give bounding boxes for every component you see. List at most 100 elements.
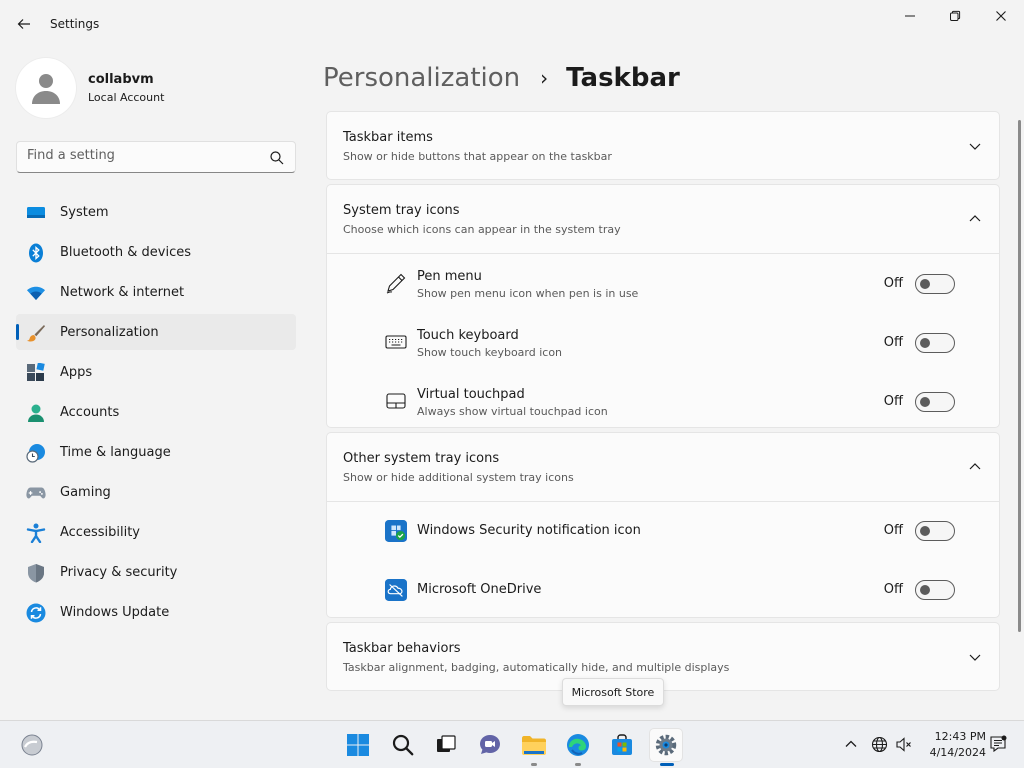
- windows-security-toggle[interactable]: [915, 521, 955, 541]
- scrollbar[interactable]: [1018, 120, 1021, 632]
- pen-menu-toggle[interactable]: [915, 274, 955, 294]
- notification-icon[interactable]: [989, 735, 1007, 753]
- task-view-button[interactable]: [430, 729, 462, 761]
- file-explorer-button[interactable]: [518, 729, 550, 766]
- active-indicator: [660, 763, 674, 766]
- arrow-left-icon: [17, 19, 30, 29]
- sidebar-item-system[interactable]: System: [16, 194, 296, 230]
- sidebar-item-label: Accounts: [60, 405, 120, 420]
- card-title: Taskbar items: [343, 130, 433, 145]
- row-title: Virtual touchpad: [417, 387, 525, 402]
- restore-button[interactable]: [932, 4, 978, 28]
- taskbar-tooltip: Microsoft Store: [562, 678, 664, 706]
- system-tray-icons-header[interactable]: System tray icons Choose which icons can…: [327, 185, 999, 253]
- sidebar-item-label: Windows Update: [60, 605, 170, 620]
- sidebar-item-label: Gaming: [60, 485, 111, 500]
- settings-taskbar-button[interactable]: [650, 729, 682, 766]
- sidebar-item-label: Time & language: [60, 445, 171, 460]
- sidebar-item-network[interactable]: Network & internet: [16, 274, 296, 310]
- running-indicator: [531, 763, 537, 766]
- card-subtitle: Show or hide additional system tray icon…: [343, 471, 574, 484]
- search-icon: [270, 151, 284, 165]
- edge-button[interactable]: [562, 729, 594, 766]
- monitor-icon: [26, 203, 46, 223]
- start-button[interactable]: [342, 729, 374, 761]
- other-system-tray-icons-header[interactable]: Other system tray icons Show or hide add…: [327, 433, 999, 501]
- card-title: System tray icons: [343, 203, 460, 218]
- speaker-muted-icon[interactable]: [895, 735, 913, 753]
- search-icon: [392, 734, 414, 756]
- row-title: Touch keyboard: [417, 328, 519, 343]
- chevron-up-icon[interactable]: [842, 735, 860, 753]
- shield-icon: [26, 563, 46, 583]
- pen-icon: [385, 272, 407, 294]
- user-profile[interactable]: collabvm Local Account: [16, 58, 296, 118]
- globe-icon[interactable]: [870, 735, 888, 753]
- microsoft-store-button[interactable]: [606, 729, 638, 761]
- store-bag-icon: [612, 734, 632, 755]
- search-taskbar-button[interactable]: [387, 729, 419, 761]
- search-box[interactable]: [16, 141, 296, 173]
- sidebar-item-apps[interactable]: Apps: [16, 354, 296, 390]
- row-title: Microsoft OneDrive: [417, 582, 542, 597]
- person-icon: [26, 403, 46, 423]
- search-input[interactable]: [27, 148, 262, 163]
- toggle-state-label: Off: [883, 335, 903, 350]
- update-icon: [26, 603, 46, 623]
- back-button[interactable]: [10, 10, 38, 38]
- running-indicator: [575, 763, 581, 766]
- sidebar-item-accessibility[interactable]: Accessibility: [16, 514, 296, 550]
- touch-keyboard-toggle[interactable]: [915, 333, 955, 353]
- window-title: Settings: [50, 17, 100, 31]
- sidebar-item-time-language[interactable]: Time & language: [16, 434, 296, 470]
- touchpad-icon: [385, 390, 407, 412]
- chat-button[interactable]: [474, 729, 506, 761]
- onedrive-icon: [385, 579, 407, 601]
- sidebar-item-windows-update[interactable]: Windows Update: [16, 594, 296, 630]
- paintbrush-icon: [26, 323, 46, 343]
- widgets-button[interactable]: [16, 729, 48, 761]
- sidebar-item-personalization[interactable]: Personalization: [16, 314, 296, 350]
- chevron-up-icon[interactable]: [967, 459, 983, 475]
- clock-date[interactable]: 4/14/2024: [926, 746, 986, 759]
- gamepad-icon: [26, 483, 46, 503]
- globe-clock-icon: [26, 443, 46, 463]
- row-subtitle: Always show virtual touchpad icon: [417, 405, 608, 418]
- toggle-state-label: Off: [883, 394, 903, 409]
- edge-browser-icon: [567, 734, 589, 756]
- sidebar-item-label: Accessibility: [60, 525, 140, 540]
- breadcrumb: Personalization › Taskbar: [323, 58, 680, 98]
- taskbar-items-card[interactable]: Taskbar items Show or hide buttons that …: [326, 111, 1000, 180]
- card-subtitle: Show or hide buttons that appear on the …: [343, 150, 612, 163]
- toggle-state-label: Off: [883, 523, 903, 538]
- title-bar: Settings: [0, 0, 1024, 48]
- close-button[interactable]: [978, 4, 1024, 28]
- user-silhouette-icon: [32, 74, 60, 104]
- sidebar-item-bluetooth[interactable]: Bluetooth & devices: [16, 234, 296, 270]
- onedrive-toggle[interactable]: [915, 580, 955, 600]
- toggle-state-label: Off: [883, 582, 903, 597]
- chevron-up-icon[interactable]: [967, 211, 983, 227]
- sidebar-item-privacy-security[interactable]: Privacy & security: [16, 554, 296, 590]
- gear-icon: [655, 734, 677, 756]
- sidebar-item-accounts[interactable]: Accounts: [16, 394, 296, 430]
- accessibility-icon: [26, 523, 46, 543]
- windows-security-row: Windows Security notification icon Off: [327, 502, 999, 561]
- card-title: Other system tray icons: [343, 451, 500, 466]
- chevron-down-icon[interactable]: [967, 138, 983, 154]
- sidebar-item-label: Network & internet: [60, 285, 185, 300]
- profile-name: collabvm: [88, 72, 154, 87]
- clock-time[interactable]: 12:43 PM: [926, 730, 986, 743]
- restore-icon: [950, 10, 961, 21]
- breadcrumb-separator: ›: [540, 66, 549, 90]
- chevron-down-icon[interactable]: [967, 649, 983, 665]
- toggle-state-label: Off: [883, 276, 903, 291]
- bluetooth-icon: [26, 243, 46, 263]
- minimize-button[interactable]: [887, 4, 933, 28]
- breadcrumb-parent[interactable]: Personalization: [323, 63, 520, 93]
- row-title: Windows Security notification icon: [417, 523, 641, 538]
- virtual-touchpad-toggle[interactable]: [915, 392, 955, 412]
- windows-logo-icon: [347, 734, 369, 756]
- row-subtitle: Show pen menu icon when pen is in use: [417, 287, 639, 300]
- sidebar-item-gaming[interactable]: Gaming: [16, 474, 296, 510]
